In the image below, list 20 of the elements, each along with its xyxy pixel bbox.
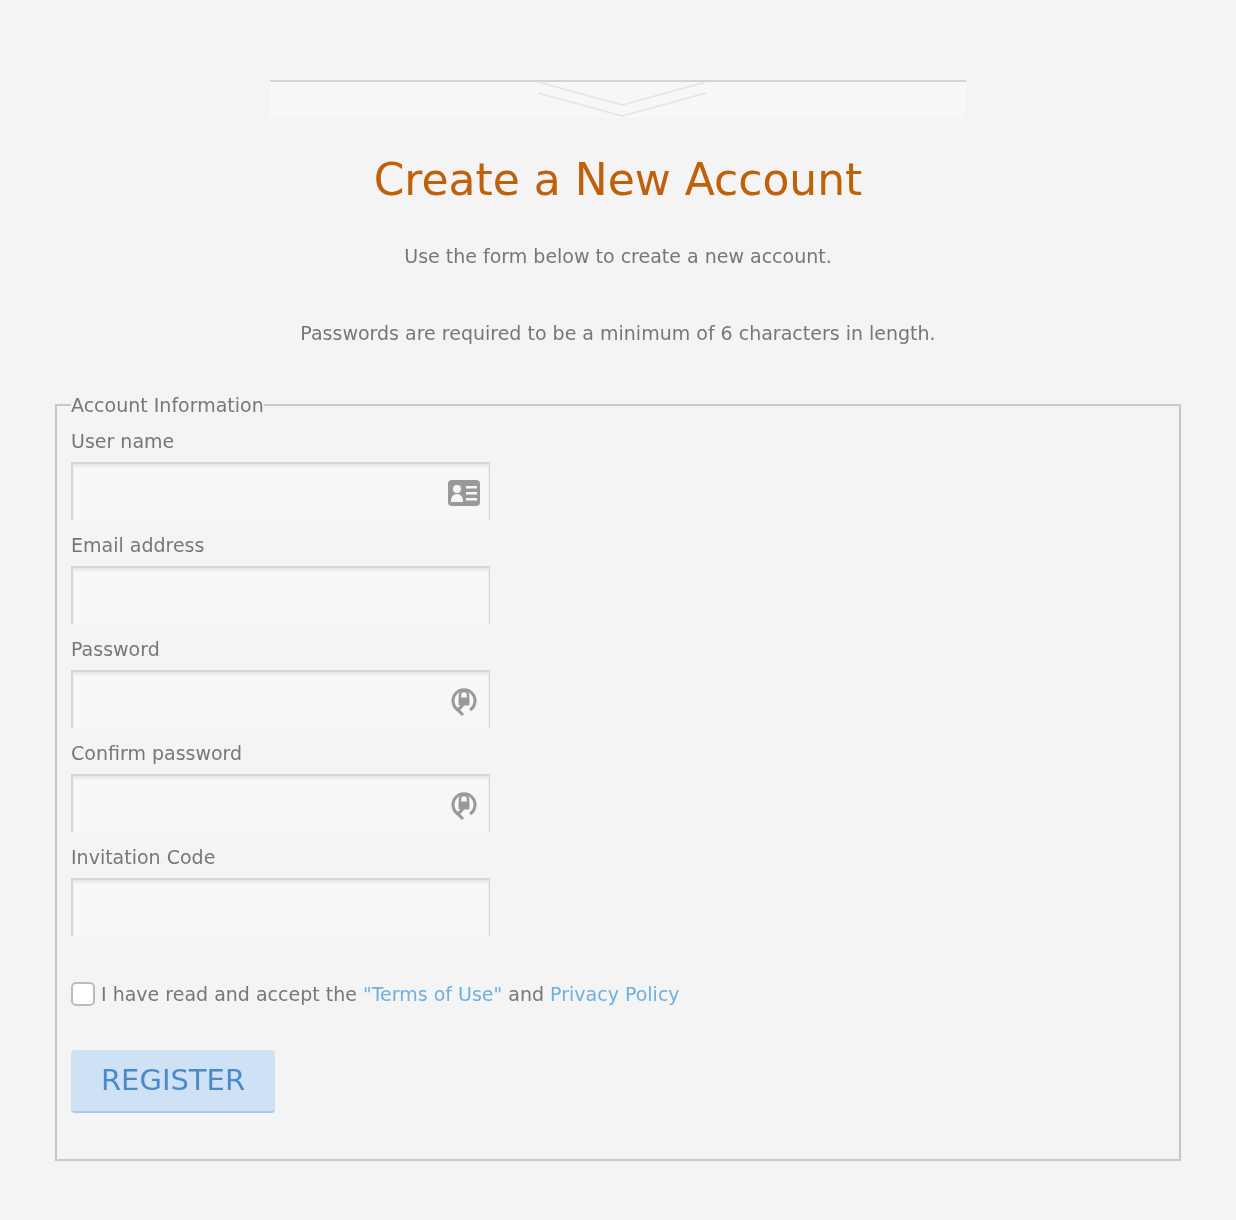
input-field[interactable] [71,669,490,728]
page-title: Create a New Account [372,154,864,206]
field-label: Password [71,636,160,662]
input-field[interactable] [71,773,490,832]
fieldset-legend: Account Information [71,391,264,420]
terms-link[interactable]: "Terms of Use" [362,982,503,1005]
input-field[interactable] [71,461,490,520]
terms-checkbox[interactable] [71,981,95,1006]
privacy-link[interactable]: Privacy Policy [550,982,680,1005]
input-field[interactable] [71,565,490,624]
intro-text: Use the form below to create a new account. [403,244,833,269]
register-button[interactable]: REGISTER [71,1050,275,1113]
field-label: Confirm password [71,740,243,766]
input-field[interactable] [71,877,490,936]
field-label: User name [71,428,175,454]
password-hint-text: Passwords are required to be a minimum of 6 characters in length. [299,320,937,346]
field-label: Invitation Code [71,844,216,870]
id-card-icon [448,479,480,506]
agreement-text: I have read and accept the "Terms of Use" and Privacy Policy [101,981,680,1007]
field-label: Email address [71,532,205,558]
